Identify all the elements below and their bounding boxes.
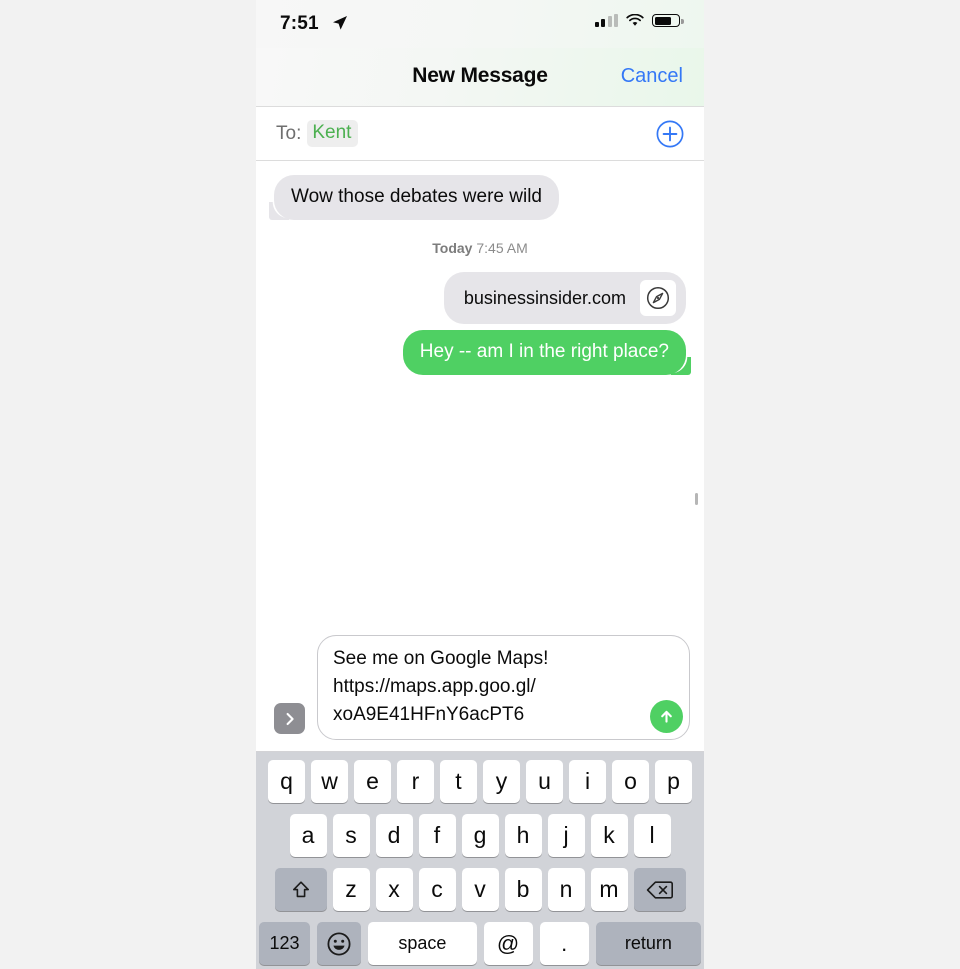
to-label: To:: [276, 122, 302, 144]
space-key[interactable]: space: [368, 922, 477, 965]
emoji-key[interactable]: [317, 922, 362, 965]
add-contact-plus-icon[interactable]: [656, 120, 684, 148]
key-n[interactable]: n: [547, 868, 585, 911]
keyboard-row-1: q w e r t y u i o p: [259, 760, 701, 803]
message-row-incoming: Wow those debates were wild: [256, 175, 704, 220]
battery-icon: [652, 14, 684, 27]
key-c[interactable]: c: [418, 868, 456, 911]
key-l[interactable]: l: [633, 814, 671, 857]
key-q[interactable]: q: [268, 760, 305, 803]
key-h[interactable]: h: [504, 814, 542, 857]
iphone-screen: 7:51 New Message Cancel To: Kent Wow tho…: [256, 0, 704, 969]
key-f[interactable]: f: [418, 814, 456, 857]
delete-key[interactable]: [633, 868, 686, 911]
safari-compass-icon: [640, 280, 676, 316]
status-bar-indicators: [594, 14, 684, 27]
recipient-field[interactable]: To: Kent: [256, 107, 704, 161]
draft-line-2: https://maps.app.goo.gl/: [333, 676, 536, 697]
shift-arrow-up-icon: [292, 880, 309, 897]
backspace-delete-icon: [646, 880, 673, 899]
message-bubble-incoming[interactable]: Wow those debates were wild: [269, 175, 559, 220]
wifi-icon: [626, 14, 644, 26]
key-k[interactable]: k: [590, 814, 628, 857]
key-u[interactable]: u: [526, 760, 563, 803]
send-arrow-up-icon: [661, 710, 672, 723]
key-p[interactable]: p: [655, 760, 692, 803]
keyboard-row-3: z x c v b n m: [259, 868, 701, 911]
period-key[interactable]: .: [539, 922, 589, 965]
key-b[interactable]: b: [504, 868, 542, 911]
message-bubble-outgoing[interactable]: Hey -- am I in the right place?: [402, 330, 692, 375]
status-bar-time: 7:51: [280, 13, 319, 34]
key-d[interactable]: d: [375, 814, 413, 857]
key-y[interactable]: y: [483, 760, 520, 803]
at-key[interactable]: @: [483, 922, 533, 965]
scroll-indicator[interactable]: [695, 493, 698, 505]
timestamp-time: 7:45 AM: [476, 240, 528, 256]
emoji-smiley-icon: [327, 931, 351, 956]
page-background: 7:51 New Message Cancel To: Kent Wow tho…: [0, 0, 960, 969]
recipient-chip-kent[interactable]: Kent: [307, 120, 359, 147]
keyboard-row-4: 123 space @ . return: [259, 922, 701, 965]
navigation-header: New Message Cancel: [256, 48, 704, 107]
onscreen-keyboard[interactable]: q w e r t y u i o p a s d f g h j k l z …: [256, 752, 704, 969]
key-a[interactable]: a: [289, 814, 327, 857]
key-s[interactable]: s: [332, 814, 370, 857]
status-bar: 7:51: [256, 0, 704, 48]
key-w[interactable]: w: [311, 760, 348, 803]
chevron-right-icon: [286, 712, 294, 725]
thread-timestamp: Today 7:45 AM: [256, 240, 704, 256]
timestamp-day: Today: [432, 240, 473, 256]
key-j[interactable]: j: [547, 814, 585, 857]
key-o[interactable]: o: [612, 760, 649, 803]
message-row-outgoing: Hey -- am I in the right place?: [256, 330, 704, 375]
draft-line-1: See me on Google Maps!: [333, 648, 549, 669]
message-thread[interactable]: Wow those debates were wild Today 7:45 A…: [256, 161, 704, 627]
message-row-link: businessinsider.com: [256, 272, 704, 324]
compose-bar: See me on Google Maps! https://maps.app.…: [256, 627, 704, 752]
key-z[interactable]: z: [332, 868, 370, 911]
key-t[interactable]: t: [440, 760, 477, 803]
message-input-field[interactable]: See me on Google Maps! https://maps.app.…: [317, 635, 690, 740]
key-x[interactable]: x: [375, 868, 413, 911]
key-r[interactable]: r: [397, 760, 434, 803]
location-arrow-icon: [333, 16, 347, 30]
expand-apps-button[interactable]: [274, 703, 305, 734]
send-button[interactable]: [650, 700, 683, 733]
key-g[interactable]: g: [461, 814, 499, 857]
key-i[interactable]: i: [569, 760, 606, 803]
shift-key[interactable]: [274, 868, 327, 911]
numeric-key[interactable]: 123: [259, 922, 311, 965]
message-bubble-link[interactable]: businessinsider.com: [443, 272, 686, 324]
key-e[interactable]: e: [354, 760, 391, 803]
keyboard-row-2: a s d f g h j k l: [259, 814, 701, 857]
return-key[interactable]: return: [595, 922, 701, 965]
draft-line-3: xoA9E41HFnY6acPT6: [333, 704, 525, 725]
cancel-button[interactable]: Cancel: [621, 65, 683, 88]
cellular-signal-icon: [594, 14, 618, 27]
key-m[interactable]: m: [590, 868, 628, 911]
key-v[interactable]: v: [461, 868, 499, 911]
link-domain-label: businessinsider.com: [463, 288, 626, 308]
